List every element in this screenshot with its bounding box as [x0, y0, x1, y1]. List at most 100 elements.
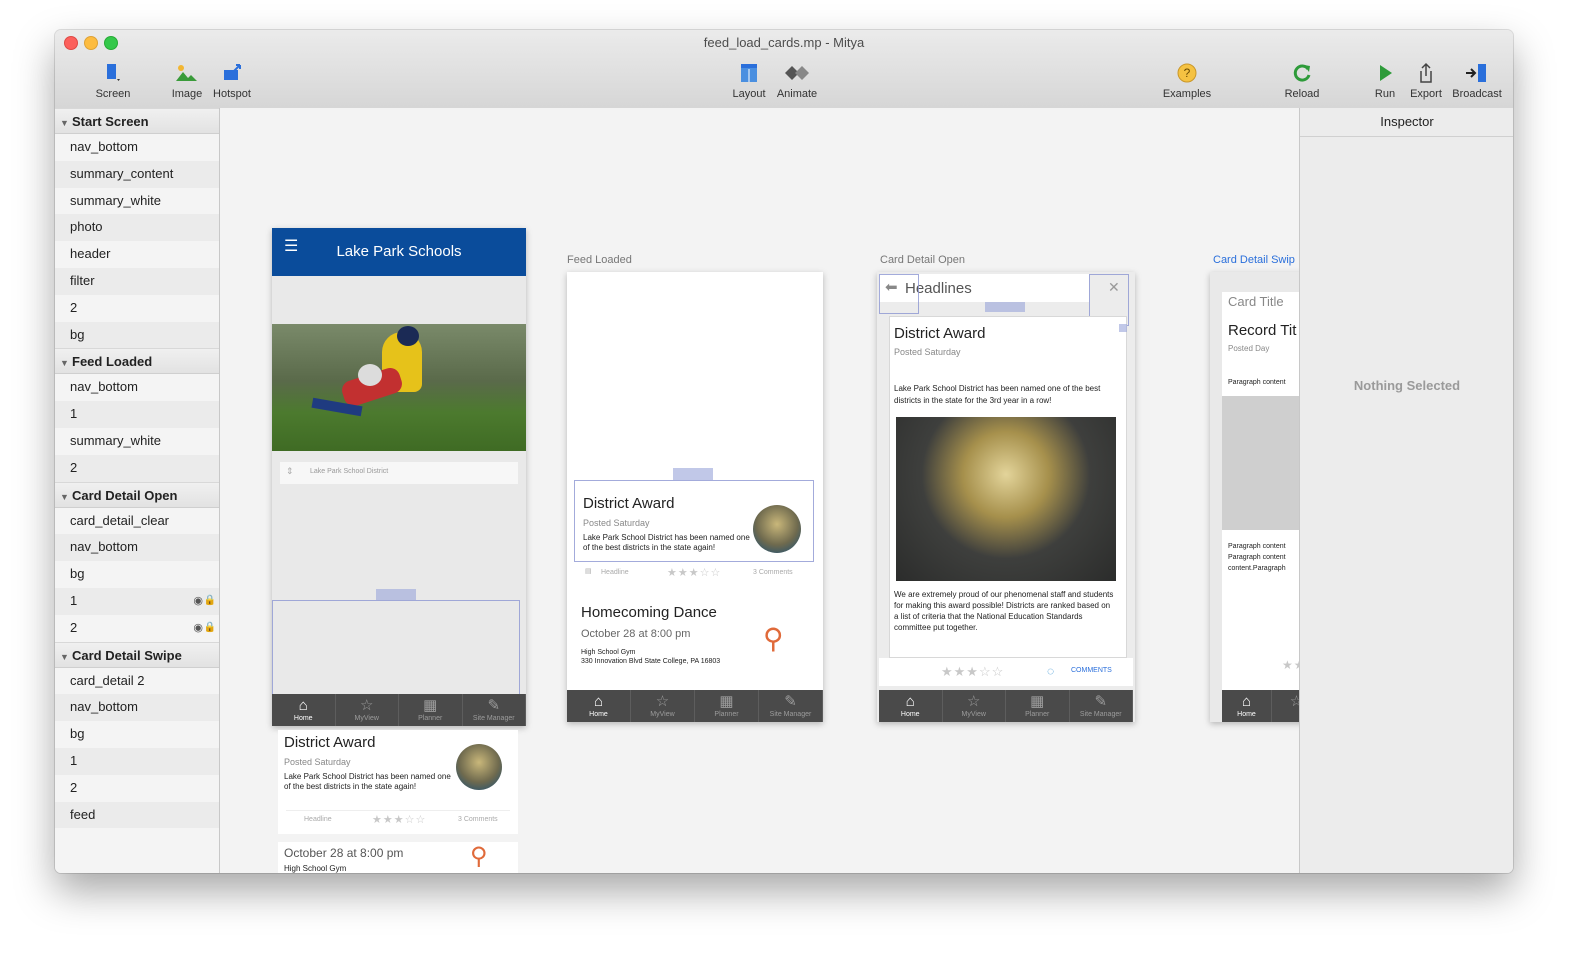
layer-item[interactable]: 1 [55, 401, 219, 428]
layer-item[interactable]: bg [55, 561, 219, 588]
rating-stars[interactable]: ★★★☆☆ [372, 813, 426, 826]
district-filter[interactable]: ⇕ Lake Park School District [280, 462, 518, 484]
layer-item[interactable]: header [55, 241, 219, 268]
layer-item[interactable]: 1 ◉ 🔒 [55, 587, 219, 615]
rating-stars[interactable]: ★★★☆☆ [941, 664, 1004, 680]
layer-item[interactable]: card_detail_clear [55, 508, 219, 535]
layer-item[interactable]: nav_bottom [55, 134, 219, 161]
layer-group-header[interactable]: ▼ Card Detail Open [55, 481, 219, 510]
nav-site-manager[interactable]: ✎ Site Manager [759, 690, 823, 722]
reload-tool-button[interactable]: Reload [1279, 60, 1325, 100]
nav-home[interactable]: ⌂ Home [567, 690, 631, 722]
layout-tool-button[interactable]: Layout [727, 60, 771, 100]
hotspot-tool-button[interactable]: Hotspot [207, 60, 257, 100]
nav-myview[interactable]: ☆ MyView [336, 694, 399, 726]
hotspot-marker[interactable] [985, 302, 1025, 312]
screen-label-card-detail-swipe[interactable]: Card Detail Swip [1213, 254, 1295, 266]
layer-item[interactable]: filter [55, 267, 219, 295]
layer-item[interactable]: nav_bottom [55, 374, 219, 401]
examples-tool-button[interactable]: ? Examples [1155, 60, 1219, 100]
star-icon: ☆ [1289, 693, 1300, 710]
layer-item[interactable]: 2 [55, 454, 219, 482]
layer-group-header[interactable]: ▼ Card Detail Swipe [55, 641, 219, 670]
layer-item[interactable]: 2 ◉ 🔒 [55, 615, 219, 642]
headline-tag: Headline [304, 816, 332, 823]
nav-myview[interactable]: ☆ MyView [631, 690, 695, 722]
detail-posted: Posted Saturday [894, 347, 961, 357]
map-pin-icon: ⚲ [763, 623, 784, 654]
lock-icon[interactable]: 🔒 [204, 615, 216, 642]
layer-item[interactable]: 1 [55, 747, 219, 775]
nav-home[interactable]: ⌂ Home [879, 690, 943, 722]
card-title: District Award [583, 495, 675, 512]
nav-planner[interactable]: ▦ Planner [695, 690, 759, 722]
overflow-award-card[interactable]: District Award Posted Saturday Lake Park… [278, 730, 518, 834]
nav-home[interactable]: ⌂ Home [1222, 690, 1272, 722]
image-tool-button[interactable]: Image [165, 60, 209, 100]
screen-label-feed-loaded[interactable]: Feed Loaded [567, 254, 632, 266]
comments-count[interactable]: 3 Comments [753, 569, 793, 576]
layer-group-header[interactable]: ▼ Start Screen [55, 108, 219, 134]
award-card[interactable]: District Award Posted Saturday Lake Park… [574, 480, 814, 562]
export-tool-button[interactable]: Export [1405, 60, 1447, 100]
layers-sidebar: ▼ Start Screen nav_bottom summary_content su… [55, 108, 220, 873]
overflow-dance-card[interactable]: October 28 at 8:00 pm High School Gym ⚲ [278, 842, 518, 873]
nav-planner[interactable]: ▦ Planner [1006, 690, 1070, 722]
nav-myview[interactable]: ☆ MyView [943, 690, 1006, 722]
disclosure-triangle-icon[interactable]: ▼ [60, 484, 72, 510]
hotspot-marker[interactable] [673, 468, 713, 480]
broadcast-tool-button[interactable]: Broadcast [1449, 60, 1505, 100]
start-screen-frame[interactable]: ☰ Lake Park Schools ⇕ Lake Park School D… [272, 228, 526, 726]
image-icon [165, 60, 209, 86]
bottom-nav: ⌂ Home ☆ MyView ▦ Planner ✎ Site Manager [879, 690, 1133, 722]
comments-link[interactable]: COMMENTS [1071, 667, 1112, 674]
design-canvas[interactable]: ☰ Lake Park Schools ⇕ Lake Park School D… [220, 108, 1300, 873]
layer-item[interactable]: summary_content [55, 160, 219, 188]
animate-tool-button[interactable]: Animate [771, 60, 823, 100]
disclosure-triangle-icon[interactable]: ▼ [60, 110, 72, 136]
layer-item[interactable]: photo [55, 214, 219, 242]
rating-stars[interactable]: ★★★☆☆ [667, 566, 721, 579]
nav-site-manager[interactable]: ✎ Site Manager [1070, 690, 1133, 722]
layer-item[interactable]: bg [55, 721, 219, 748]
nav-planner[interactable]: ▦ Planner [399, 694, 463, 726]
layer-group-header[interactable]: ▼ Feed Loaded [55, 348, 219, 376]
layer-item[interactable]: nav_bottom [55, 534, 219, 562]
screen-tool-button[interactable]: Screen [85, 60, 141, 100]
disclosure-triangle-icon[interactable]: ▼ [60, 644, 72, 670]
screen-label-card-detail-open[interactable]: Card Detail Open [880, 254, 965, 266]
layer-item[interactable]: card_detail 2 [55, 668, 219, 695]
card-detail-open-frame[interactable]: ⬅ Headlines ✕ District Award Posted Satu… [877, 272, 1135, 722]
layer-item[interactable]: summary_white [55, 188, 219, 215]
nav-myview[interactable]: ☆ [1272, 690, 1300, 722]
trophy-thumbnail [456, 744, 502, 790]
nav-home[interactable]: ⌂ Home [272, 694, 336, 726]
visibility-icon[interactable]: ◉ [193, 588, 203, 615]
layer-item[interactable]: 2 [55, 295, 219, 322]
disclosure-triangle-icon[interactable]: ▼ [60, 350, 72, 376]
broadcast-icon [1449, 60, 1505, 86]
inspector-title: Inspector [1300, 108, 1513, 137]
layer-item-label: 2 [70, 299, 78, 315]
resize-handle[interactable] [1119, 324, 1127, 332]
nav-site-manager[interactable]: ✎ Site Manager [463, 694, 526, 726]
visibility-icon[interactable]: ◉ [193, 615, 203, 642]
layer-list: card_detail_clear nav_bottom bg 1 ◉ 🔒 2 ◉ 🔒 [55, 508, 219, 642]
lock-icon[interactable]: 🔒 [204, 588, 216, 615]
feed-loaded-frame[interactable]: District Award Posted Saturday Lake Park… [567, 272, 823, 722]
layer-item[interactable]: nav_bottom [55, 694, 219, 722]
rating-stars[interactable]: ★★ [1282, 658, 1300, 672]
layer-item[interactable]: feed [55, 801, 219, 829]
layer-item[interactable]: 2 [55, 775, 219, 802]
layer-selection-box[interactable] [879, 274, 919, 314]
comments-count[interactable]: 3 Comments [458, 816, 498, 823]
card-detail-swipe-frame[interactable]: Card Title Record Tit Posted Day Paragra… [1210, 272, 1300, 722]
comment-icon[interactable]: ◌ [1047, 664, 1054, 678]
event-place: High School Gym [284, 864, 347, 873]
layer-item-label: 2 [70, 779, 78, 795]
layer-item[interactable]: summary_white [55, 428, 219, 455]
layer-item[interactable]: bg [55, 321, 219, 349]
hotspot-marker[interactable] [376, 589, 416, 600]
close-icon[interactable]: ✕ [1108, 279, 1120, 296]
run-tool-button[interactable]: Run [1367, 60, 1403, 100]
